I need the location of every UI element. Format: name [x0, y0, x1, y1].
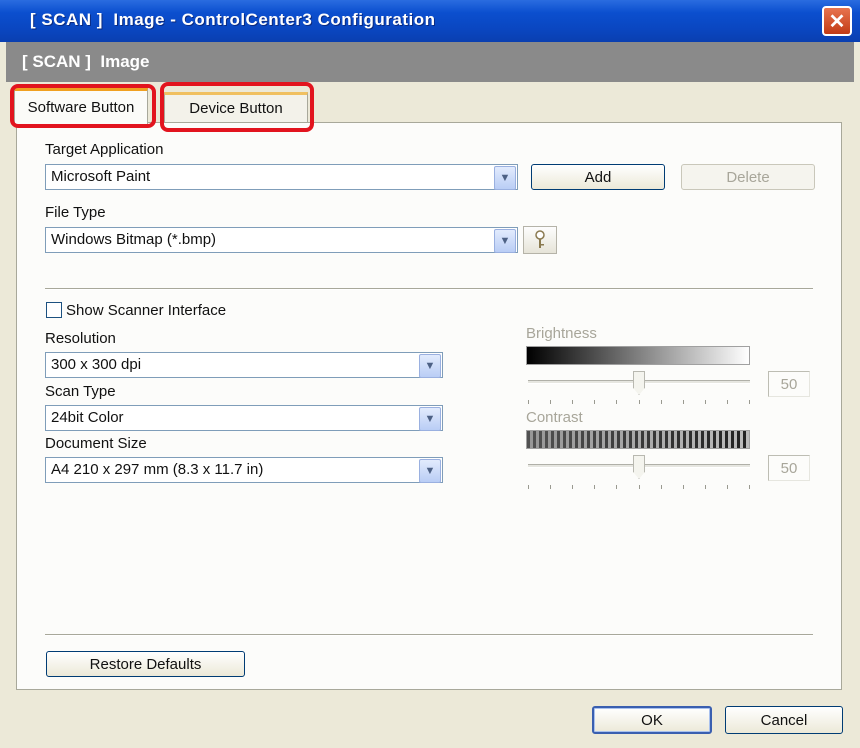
- target-application-value: Microsoft Paint: [51, 168, 151, 185]
- slider-tick: [528, 400, 529, 404]
- resolution-value: 300 x 300 dpi: [51, 356, 142, 373]
- add-button[interactable]: Add: [531, 164, 665, 190]
- slider-tick: [550, 400, 551, 404]
- slider-tick: [727, 400, 728, 404]
- key-icon: [535, 230, 545, 248]
- show-scanner-interface-checkbox[interactable]: [46, 302, 62, 318]
- slider-tick: [661, 485, 662, 489]
- highlight-device-button: [160, 82, 314, 132]
- slider-tick: [661, 400, 662, 404]
- close-button[interactable]: ✕: [822, 6, 852, 36]
- file-type-label: File Type: [45, 204, 106, 221]
- contrast-value: 50: [780, 459, 798, 477]
- slider-tick: [705, 485, 706, 489]
- target-application-select[interactable]: Microsoft Paint ▼: [45, 164, 518, 190]
- slider-tick: [639, 485, 640, 489]
- document-size-label: Document Size: [45, 435, 147, 452]
- slider-tick: [749, 400, 750, 404]
- scan-type-value: 24bit Color: [51, 409, 124, 426]
- contrast-ticks: [528, 485, 750, 489]
- file-type-select[interactable]: Windows Bitmap (*.bmp) ▼: [45, 227, 518, 253]
- slider-tick: [550, 485, 551, 489]
- restore-defaults-label: Restore Defaults: [89, 655, 202, 673]
- slider-tick: [705, 400, 706, 404]
- close-icon: ✕: [828, 10, 846, 33]
- contrast-pattern: [526, 430, 750, 449]
- slider-tick: [594, 400, 595, 404]
- brightness-value: 50: [780, 375, 798, 393]
- cancel-button-label: Cancel: [760, 711, 808, 729]
- slider-tick: [727, 485, 728, 489]
- add-button-label: Add: [584, 168, 612, 186]
- show-scanner-interface-label: Show Scanner Interface: [66, 302, 227, 319]
- delete-button[interactable]: Delete: [681, 164, 815, 190]
- document-size-value: A4 210 x 297 mm (8.3 x 11.7 in): [51, 461, 264, 478]
- chevron-down-icon[interactable]: ▼: [494, 229, 516, 253]
- window-title: [ SCAN ] Image - ControlCenter3 Configur…: [30, 10, 436, 29]
- chevron-down-icon[interactable]: ▼: [419, 407, 441, 431]
- separator-bottom: [45, 634, 813, 636]
- slider-tick: [616, 400, 617, 404]
- section-header-text: [ SCAN ] Image: [22, 52, 150, 71]
- slider-tick: [594, 485, 595, 489]
- section-header: [ SCAN ] Image: [6, 42, 854, 82]
- resolution-label: Resolution: [45, 330, 116, 347]
- slider-tick: [639, 400, 640, 404]
- contrast-label: Contrast: [526, 409, 583, 426]
- ok-button[interactable]: OK: [592, 706, 712, 734]
- brightness-ticks: [528, 400, 750, 404]
- target-application-label: Target Application: [45, 141, 164, 158]
- ok-button-label: OK: [641, 711, 663, 729]
- slider-tick: [572, 400, 573, 404]
- scan-type-select[interactable]: 24bit Color ▼: [45, 405, 443, 431]
- chevron-down-icon[interactable]: ▼: [419, 354, 441, 378]
- slider-tick: [572, 485, 573, 489]
- chevron-down-icon[interactable]: ▼: [419, 459, 441, 483]
- brightness-label: Brightness: [526, 325, 597, 342]
- slider-tick: [528, 485, 529, 489]
- separator-top: [45, 288, 813, 290]
- delete-button-label: Delete: [726, 168, 770, 186]
- brightness-gradient: [526, 346, 750, 365]
- slider-tick: [683, 485, 684, 489]
- chevron-down-icon[interactable]: ▼: [494, 166, 516, 190]
- cancel-button[interactable]: Cancel: [725, 706, 843, 734]
- file-type-value: Windows Bitmap (*.bmp): [51, 231, 217, 248]
- highlight-software-button: [10, 84, 156, 128]
- contrast-value-field[interactable]: 50: [768, 455, 810, 481]
- document-size-select[interactable]: A4 210 x 297 mm (8.3 x 11.7 in) ▼: [45, 457, 443, 483]
- slider-tick: [749, 485, 750, 489]
- resolution-select[interactable]: 300 x 300 dpi ▼: [45, 352, 443, 378]
- brightness-value-field[interactable]: 50: [768, 371, 810, 397]
- slider-tick: [616, 485, 617, 489]
- slider-tick: [683, 400, 684, 404]
- title-bar[interactable]: [ SCAN ] Image - ControlCenter3 Configur…: [0, 0, 860, 42]
- file-type-options-button[interactable]: [523, 226, 557, 254]
- scan-type-label: Scan Type: [45, 383, 116, 400]
- restore-defaults-button[interactable]: Restore Defaults: [46, 651, 245, 677]
